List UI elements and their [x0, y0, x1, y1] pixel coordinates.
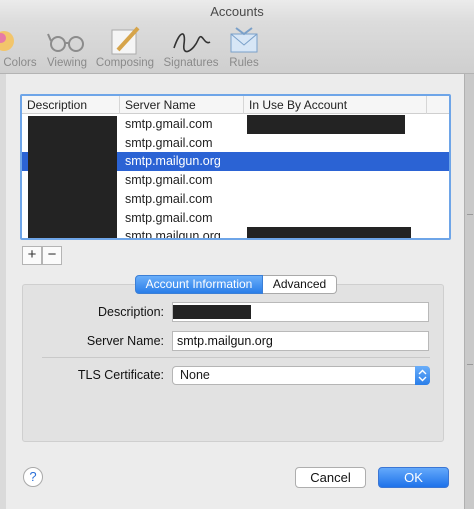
toolbar-label: Composing: [95, 57, 155, 69]
tab-account-information[interactable]: Account Information: [135, 275, 263, 294]
server-name-label: Server Name:: [86, 334, 164, 348]
toolbar-label: Signatures: [163, 57, 219, 69]
tab-advanced[interactable]: Advanced: [263, 275, 337, 294]
toolbar-colors[interactable]: Colors: [0, 24, 40, 72]
description-label: Description:: [98, 305, 164, 319]
server-name-cell: smtp.mailgun.org: [125, 229, 221, 240]
server-name-cell: smtp.gmail.com: [125, 211, 213, 225]
description-field[interactable]: [172, 302, 429, 322]
smtp-server-table[interactable]: Description Server Name In Use By Accoun…: [20, 94, 451, 240]
tls-certificate-label: TLS Certificate:: [77, 368, 164, 382]
divider: [42, 357, 430, 358]
redacted-description-value: [173, 305, 251, 319]
background-window-edge: [464, 74, 474, 509]
toolbar-label: Viewing: [46, 57, 88, 69]
toolbar-label: Colors: [3, 57, 37, 69]
ok-button[interactable]: OK: [378, 467, 449, 488]
tls-certificate-value: None: [180, 368, 210, 382]
window-title: Accounts: [210, 4, 264, 19]
server-name-field[interactable]: smtp.mailgun.org: [172, 331, 429, 351]
color-wheel-icon: [0, 31, 14, 51]
remove-server-button[interactable]: −: [42, 246, 62, 265]
redacted-account: [247, 227, 411, 238]
table-header: Description Server Name In Use By Accoun…: [22, 96, 449, 114]
redacted-description: [28, 116, 117, 238]
server-name-cell: smtp.gmail.com: [125, 136, 213, 150]
glasses-icon: [47, 33, 84, 52]
signature-icon: [173, 33, 211, 53]
toolbar-viewing[interactable]: Viewing: [44, 24, 90, 72]
toolbar-label: Rules: [229, 57, 259, 69]
tls-certificate-popup[interactable]: None: [172, 366, 430, 385]
compose-pencil-icon: [111, 26, 140, 55]
rules-envelope-icon: [230, 27, 258, 53]
server-name-cell: smtp.gmail.com: [125, 117, 213, 131]
server-name-cell: smtp.mailgun.org: [125, 154, 221, 168]
add-server-button[interactable]: +: [22, 246, 42, 265]
column-header-in-use-by-account[interactable]: In Use By Account: [244, 96, 427, 114]
toolbar-rules[interactable]: Rules: [226, 24, 262, 72]
column-header-description[interactable]: Description: [22, 96, 120, 114]
toolbar-composing[interactable]: Composing: [94, 24, 156, 72]
background-window-edge: [0, 74, 6, 509]
help-button[interactable]: ?: [23, 467, 43, 487]
preferences-toolbar: Colors Viewing Composing Signatures Rule…: [0, 22, 474, 74]
server-name-cell: smtp.gmail.com: [125, 192, 213, 206]
column-header-server-name[interactable]: Server Name: [120, 96, 244, 114]
popup-arrows-icon: [415, 366, 430, 385]
redacted-account: [247, 115, 405, 134]
server-name-cell: smtp.gmail.com: [125, 173, 213, 187]
toolbar-signatures[interactable]: Signatures: [160, 24, 222, 72]
window-titlebar: Accounts: [0, 0, 474, 22]
cancel-button[interactable]: Cancel: [295, 467, 366, 488]
